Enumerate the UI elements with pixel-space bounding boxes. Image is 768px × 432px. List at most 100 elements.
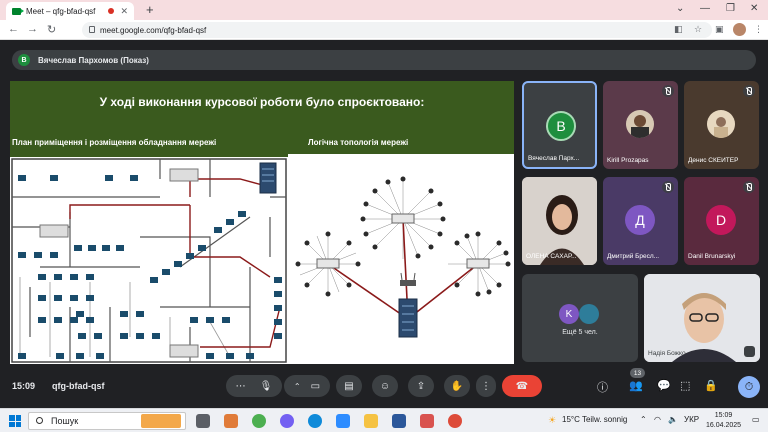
sidebar-icon[interactable]: ▣ xyxy=(715,24,724,35)
edge-icon[interactable] xyxy=(308,414,322,428)
language-indicator[interactable]: УКР xyxy=(684,415,699,424)
word-icon[interactable] xyxy=(392,414,406,428)
tab-search-icon[interactable]: ⌄ xyxy=(676,3,684,14)
people-icon[interactable]: 👥 xyxy=(629,379,643,392)
task-view-icon[interactable] xyxy=(196,414,210,428)
chevron-up-icon[interactable]: ⌃ xyxy=(294,382,301,391)
browser-tab-meet[interactable]: Meet – qfg-bfad-qsf ✕ xyxy=(6,2,134,20)
more-participants-label: Ещё 5 чел. xyxy=(562,329,598,336)
browser-toolbar: ← → ↻ meet.google.com/qfg-bfad-qsf ◧ ☆ ▣… xyxy=(0,20,768,40)
meeting-info-icon[interactable]: ⓘ xyxy=(597,379,608,395)
person-photo-icon xyxy=(631,115,649,138)
participant-name: Дмитрий Бресл... xyxy=(607,253,660,260)
file-explorer-icon[interactable] xyxy=(364,414,378,428)
captions-button[interactable]: ▤ xyxy=(336,375,362,397)
volume-icon[interactable]: 🔈 xyxy=(668,415,678,424)
mic-off-icon xyxy=(662,85,674,97)
weather-icon: ☀ xyxy=(548,415,557,425)
new-tab-button[interactable]: + xyxy=(146,2,154,17)
tray-chevron-icon[interactable]: ⌃ xyxy=(640,415,647,424)
more-participants-tile[interactable]: K Ещё 5 чел. xyxy=(522,274,638,362)
search-highlight-icon xyxy=(141,414,181,428)
emoji-icon: ☺ xyxy=(379,380,391,392)
floor-plan-image xyxy=(10,157,288,364)
pin-icon[interactable] xyxy=(744,346,755,357)
camera-in-use-icon[interactable]: ◧ xyxy=(674,24,683,35)
minimize-icon[interactable]: — xyxy=(700,3,710,14)
participant-tile-kirill[interactable]: Kirill Prozapas xyxy=(603,81,678,169)
meeting-time: 15:09 xyxy=(12,381,36,391)
participant-avatar: K xyxy=(559,304,579,324)
shared-screen: У ході виконання курсової роботи було сп… xyxy=(10,81,514,364)
window-close-icon[interactable]: ✕ xyxy=(750,3,758,14)
timer-icon[interactable]: ⏱ xyxy=(738,376,760,398)
clock-date: 16.04.2025 xyxy=(706,422,742,429)
forward-icon[interactable]: → xyxy=(27,23,38,35)
presenter-label: Вячеслав Пархомов (Показ) xyxy=(38,55,149,65)
more-options-button[interactable]: ⋮ xyxy=(476,375,496,397)
taskbar-clock[interactable]: 15:09 16.04.2025 xyxy=(706,411,741,431)
app-icon-3[interactable] xyxy=(420,414,434,428)
raise-hand-button[interactable]: ✋ xyxy=(444,375,470,397)
url-text: meet.google.com/qfg-bfad-qsf xyxy=(100,25,207,35)
weather-text[interactable]: 15°C Teilw. sonnig xyxy=(562,415,627,424)
tab-title: Meet – qfg-bfad-qsf xyxy=(26,6,96,16)
participant-tile-olena[interactable]: ОЛЕНА САХАР... xyxy=(522,177,597,265)
profile-avatar[interactable] xyxy=(733,23,746,36)
microphone-icon[interactable]: 🎙 xyxy=(260,381,273,392)
browser-tab-bar: Meet – qfg-bfad-qsf ✕ + ⌄ — ❐ ✕ xyxy=(0,0,768,20)
participant-tile-nadiya[interactable]: Надія Божко xyxy=(644,274,760,362)
zoom-icon[interactable] xyxy=(336,414,350,428)
more-options-dots-icon[interactable]: ⋯ xyxy=(236,381,246,392)
mic-control[interactable]: ⋯ 🎙 xyxy=(226,375,282,397)
camera-icon[interactable]: ▭ xyxy=(311,381,320,392)
activities-icon[interactable]: ⬚ xyxy=(680,379,690,392)
slide-heading: У ході виконання курсової роботи було сп… xyxy=(99,95,425,109)
maximize-icon[interactable]: ❐ xyxy=(726,3,735,14)
meet-favicon-icon xyxy=(12,7,24,15)
chat-icon[interactable]: 💬 xyxy=(657,379,671,392)
participant-tile-dmitriy[interactable]: Д Дмитрий Бресл... xyxy=(603,177,678,265)
windows-taskbar: Пошук ☀ 15°C Teilw. sonnig ⌃ ◠ 🔈 УКР 15:… xyxy=(0,408,768,432)
taskbar-search[interactable]: Пошук xyxy=(28,412,186,430)
participant-name: ОЛЕНА САХАР... xyxy=(526,253,577,260)
participant-tile-presenter[interactable]: В Вячеслав Парх... xyxy=(522,81,597,169)
person-photo-icon xyxy=(714,117,728,138)
reactions-button[interactable]: ☺ xyxy=(372,375,398,397)
participant-tile-danil[interactable]: D Danil Brunarskyi xyxy=(684,177,759,265)
more-vert-icon: ⋮ xyxy=(481,380,491,392)
hand-icon: ✋ xyxy=(450,380,464,392)
lock-icon xyxy=(89,26,95,33)
notifications-icon[interactable]: ▭ xyxy=(752,415,760,424)
meeting-code: qfg-bfad-qsf xyxy=(52,381,105,391)
app-icon-2[interactable] xyxy=(252,414,266,428)
participant-avatar: Д xyxy=(625,205,655,235)
address-bar[interactable]: meet.google.com/qfg-bfad-qsf xyxy=(82,22,712,38)
participant-video xyxy=(644,274,760,362)
recording-dot-icon xyxy=(108,8,115,14)
leave-call-button[interactable]: ☎ xyxy=(502,375,542,397)
present-screen-icon: ⇪ xyxy=(416,380,426,392)
present-button[interactable]: ⇪ xyxy=(408,375,434,397)
participant-tile-denis[interactable]: Денис СКЕЙТЕР xyxy=(684,81,759,169)
participant-video xyxy=(522,177,597,265)
participant-avatar: D xyxy=(706,205,736,235)
back-icon[interactable]: ← xyxy=(8,23,19,35)
participants-count-badge: 13 xyxy=(630,368,645,378)
mic-off-icon xyxy=(743,85,755,97)
bookmark-star-icon[interactable]: ☆ xyxy=(694,24,702,35)
viber-icon[interactable] xyxy=(280,414,294,428)
topology-drawing xyxy=(295,176,511,338)
topology-title: Логічна топологія мережі xyxy=(308,138,409,147)
windows-start-icon[interactable] xyxy=(9,415,21,427)
wifi-icon[interactable]: ◠ xyxy=(654,415,661,424)
presenter-avatar: В xyxy=(18,54,30,66)
mic-off-icon xyxy=(743,181,755,193)
reload-icon[interactable]: ↻ xyxy=(47,23,56,36)
menu-dots-icon[interactable]: ⋮ xyxy=(754,24,763,35)
host-controls-lock-icon[interactable]: 🔒 xyxy=(704,379,718,392)
camera-control[interactable]: ⌃ ▭ xyxy=(284,375,330,397)
chrome-icon[interactable] xyxy=(448,414,462,428)
app-icon-1[interactable] xyxy=(224,414,238,428)
tab-close-icon[interactable]: ✕ xyxy=(120,6,128,17)
